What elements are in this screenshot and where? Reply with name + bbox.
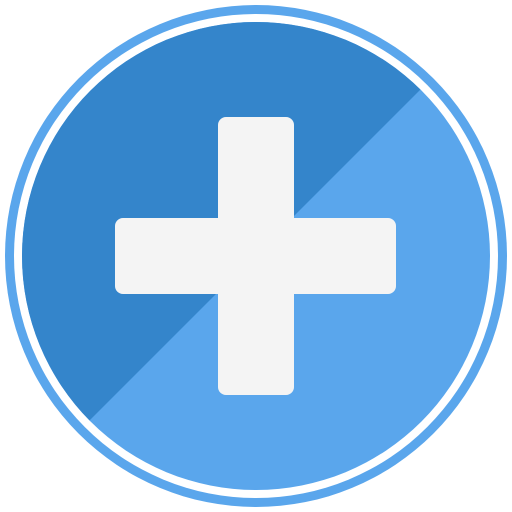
plus-icon[interactable] <box>0 0 512 512</box>
plus-icon-container <box>0 0 512 512</box>
plus-horizontal-bar <box>115 218 396 294</box>
